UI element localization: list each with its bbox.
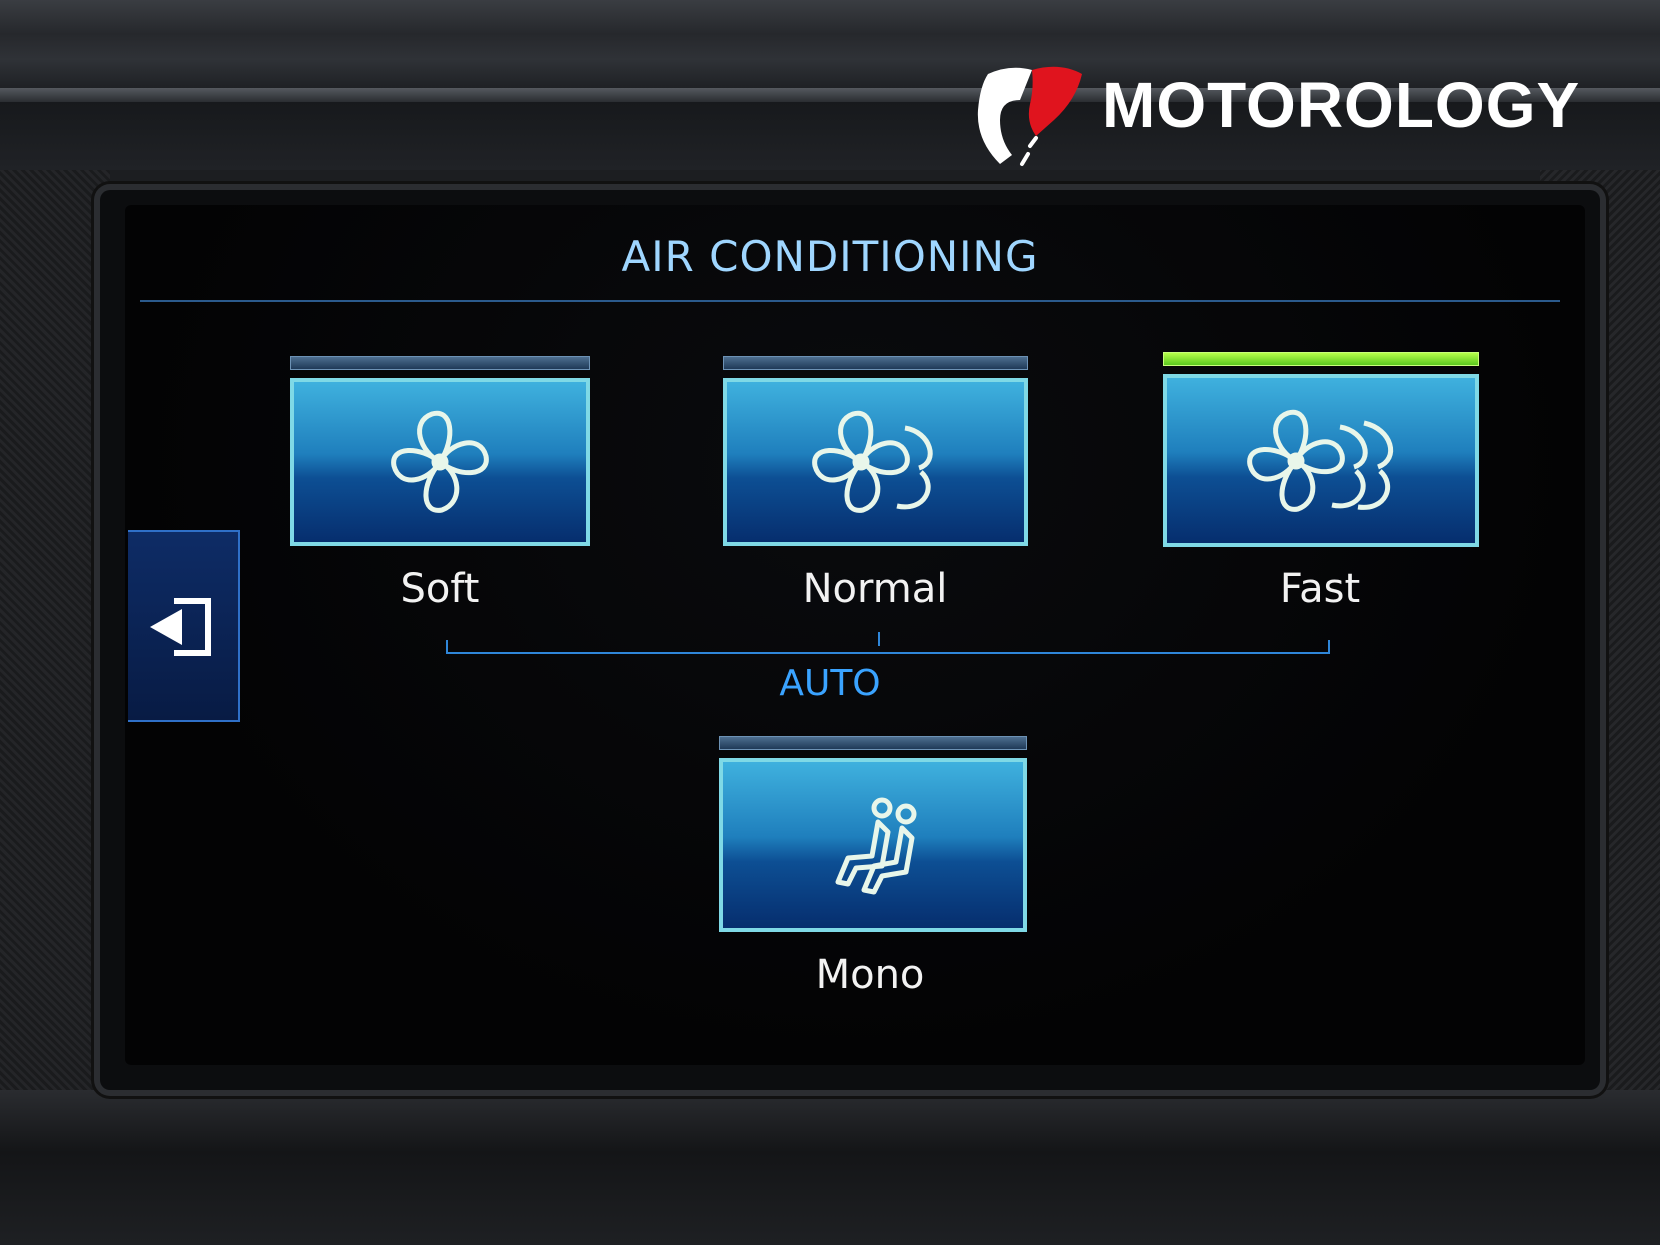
mode-mono-label: Mono bbox=[815, 952, 925, 998]
brand-watermark: MOTOROLOGY bbox=[970, 60, 1600, 170]
mode-normal[interactable] bbox=[723, 356, 1028, 546]
page-title: AIR CONDITIONING bbox=[621, 232, 1039, 281]
mode-fast-indicator bbox=[1163, 352, 1479, 366]
mode-mono-button[interactable] bbox=[719, 758, 1027, 932]
auto-bracket bbox=[446, 640, 1330, 654]
ac-screen bbox=[125, 205, 1585, 1065]
mode-fast-label: Fast bbox=[1279, 566, 1361, 612]
mode-fast-button[interactable] bbox=[1163, 374, 1479, 547]
mode-soft-button[interactable] bbox=[290, 378, 590, 546]
mode-normal-button[interactable] bbox=[723, 378, 1028, 546]
mode-soft-label: Soft bbox=[400, 566, 480, 612]
seated-passengers-icon bbox=[835, 797, 917, 895]
auto-bracket-tick bbox=[878, 632, 880, 646]
fan-double-icon bbox=[811, 410, 933, 513]
fan-triple-icon bbox=[1247, 409, 1394, 512]
title-divider bbox=[140, 300, 1560, 302]
back-arrow-icon bbox=[150, 598, 211, 656]
fan-single-icon bbox=[391, 410, 489, 513]
brand-text: MOTOROLOGY bbox=[1102, 69, 1581, 141]
mode-normal-indicator bbox=[723, 356, 1028, 370]
mode-soft[interactable] bbox=[290, 356, 590, 546]
auto-label: AUTO bbox=[779, 663, 881, 704]
mode-normal-label: Normal bbox=[802, 566, 948, 612]
brand-logo-icon bbox=[977, 66, 1082, 166]
dashboard-bottom bbox=[0, 1090, 1660, 1245]
dashboard-left-panel bbox=[0, 170, 110, 1100]
mode-mono[interactable] bbox=[719, 736, 1027, 932]
mode-soft-indicator bbox=[290, 356, 590, 370]
mode-mono-indicator bbox=[719, 736, 1027, 750]
mode-fast[interactable] bbox=[1163, 352, 1479, 547]
